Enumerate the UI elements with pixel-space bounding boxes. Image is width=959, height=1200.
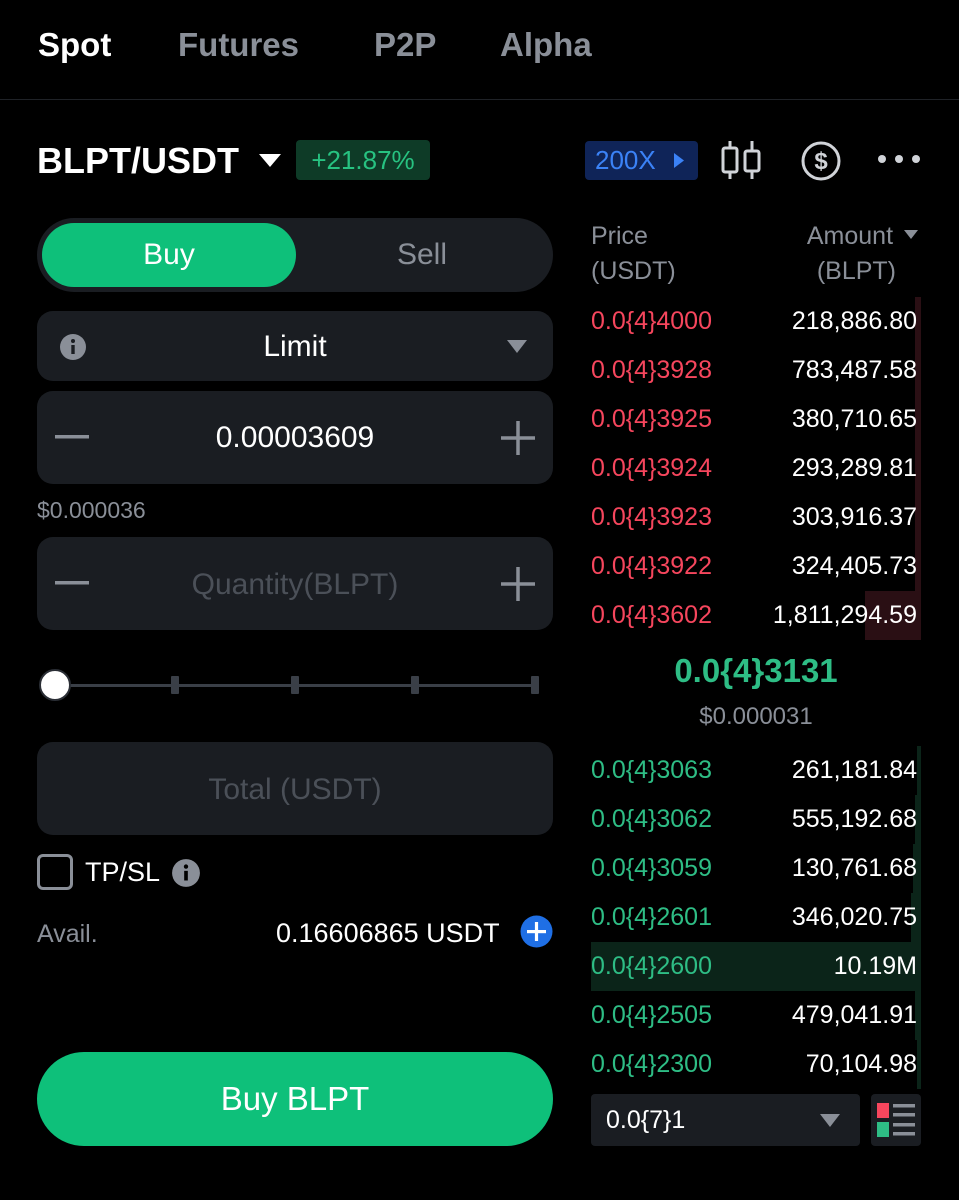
quantity-placeholder[interactable]: Quantity(BLPT) [37,568,553,602]
bid-amount: 70,104.98 [805,1050,917,1078]
depth-bar [917,1040,921,1089]
ask-row[interactable]: 0.0{4}3923 303,916.37 [591,493,921,542]
ask-price: 0.0{4}3923 [591,503,712,531]
bid-row[interactable]: 0.0{4}2601 346,020.75 [591,893,921,942]
bid-price: 0.0{4}2505 [591,1001,712,1029]
bid-row[interactable]: 0.0{4}3059 130,761.68 [591,844,921,893]
bid-amount: 555,192.68 [791,805,917,833]
ask-price: 0.0{4}3602 [591,601,712,629]
leverage-badge[interactable]: 200X [585,141,698,180]
nav-tab-alpha[interactable]: Alpha [500,26,592,64]
play-arrow-icon [674,153,684,168]
price-value[interactable]: 0.00003609 [37,421,553,455]
buy-submit-button[interactable]: Buy BLPT [37,1052,553,1146]
bid-amount: 346,020.75 [791,903,917,931]
amount-header-label: Amount [806,222,894,250]
bid-row[interactable]: 0.0{4}2300 70,104.98 [591,1040,921,1089]
total-input[interactable]: Total (USDT) [37,742,553,835]
ask-price: 0.0{4}3928 [591,356,712,384]
bid-amount: 479,041.91 [791,1001,917,1029]
ask-amount: 1,811,294.59 [772,601,917,629]
avail-value: 0.16606865 USDT [276,918,500,948]
ask-amount: 303,916.37 [791,503,917,531]
bid-price: 0.0{4}3062 [591,805,712,833]
orderbook-amount-header[interactable]: Amount (BLPT) [794,220,918,288]
price-header-label: Price [591,222,648,250]
price-change-badge: +21.87% [296,140,430,180]
depth-bar [917,746,921,795]
last-price-usd: $0.000031 [699,703,813,730]
price-header-unit: (USDT) [591,257,676,285]
bid-row[interactable]: 0.0{4}3062 555,192.68 [591,795,921,844]
total-placeholder[interactable]: Total (USDT) [37,773,553,807]
ask-price: 0.0{4}3925 [591,405,712,433]
order-type-select[interactable]: Limit [37,311,553,381]
amount-slider-thumb[interactable] [39,669,71,701]
precision-value: 0.0{7}1 [606,1106,686,1134]
ask-price: 0.0{4}4000 [591,307,712,335]
tpsl-label[interactable]: TP/SL [85,857,160,888]
ask-price: 0.0{4}3924 [591,454,712,482]
amount-header-unit: (BLPT) [816,257,896,285]
ask-row[interactable]: 0.0{4}4000 218,886.80 [591,297,921,346]
bid-amount: 261,181.84 [791,756,917,784]
ask-row[interactable]: 0.0{4}3922 324,405.73 [591,542,921,591]
bid-amount: 130,761.68 [791,854,917,882]
avail-label: Avail. [37,920,98,948]
order-type-label: Limit [263,330,327,363]
chevron-down-icon[interactable] [258,153,282,169]
ask-price: 0.0{4}3922 [591,552,712,580]
slider-tick-25[interactable] [171,676,179,694]
chevron-down-icon [507,340,527,353]
slider-tick-75[interactable] [411,676,419,694]
ask-row[interactable]: 0.0{4}3602 1,811,294.59 [591,591,921,640]
bid-row[interactable]: 0.0{4}2505 479,041.91 [591,991,921,1040]
bid-amount: 10.19M [833,952,917,980]
ask-amount: 324,405.73 [791,552,917,580]
price-usd-equivalent: $0.000036 [37,497,146,523]
sell-tab[interactable]: Sell [296,223,548,287]
chevron-down-icon [820,1114,840,1127]
ask-amount: 380,710.65 [791,405,917,433]
ask-amount: 293,289.81 [791,454,917,482]
ask-row[interactable]: 0.0{4}3925 380,710.65 [591,395,921,444]
pair-selector[interactable]: BLPT/USDT [37,140,239,182]
plus-icon[interactable] [501,421,535,455]
dollar-circle-icon[interactable]: $ [800,140,842,182]
ask-row[interactable]: 0.0{4}3928 783,487.58 [591,346,921,395]
ask-amount: 218,886.80 [791,307,917,335]
slider-tick-50[interactable] [291,676,299,694]
orderbook-layout-button[interactable] [871,1094,921,1146]
nav-divider [0,99,959,100]
plus-icon[interactable] [501,567,535,601]
nav-tab-futures[interactable]: Futures [178,26,299,64]
nav-tab-p2p[interactable]: P2P [374,26,436,64]
tpsl-checkbox[interactable] [37,854,73,890]
svg-text:$: $ [814,148,828,175]
ask-amount: 783,487.58 [791,356,917,384]
add-funds-icon[interactable] [520,915,553,948]
orderbook-layout-icon [877,1103,915,1137]
bid-row[interactable]: 0.0{4}3063 261,181.84 [591,746,921,795]
info-icon[interactable] [171,858,201,888]
orderbook-price-header: Price (USDT) [591,220,676,288]
leverage-label: 200X [595,145,656,175]
bid-price: 0.0{4}2300 [591,1050,712,1078]
candlestick-chart-icon[interactable] [719,139,763,181]
last-price: 0.0{4}3131 [674,652,838,689]
ask-row[interactable]: 0.0{4}3924 293,289.81 [591,444,921,493]
bid-price: 0.0{4}3063 [591,756,712,784]
bid-price: 0.0{4}2600 [591,952,712,980]
slider-tick-100[interactable] [531,676,539,694]
price-input[interactable]: 0.00003609 [37,391,553,484]
more-options-icon[interactable] [877,154,921,164]
chevron-down-icon [904,230,918,240]
nav-tab-spot[interactable]: Spot [38,26,111,64]
buy-tab[interactable]: Buy [42,223,296,287]
quantity-input[interactable]: Quantity(BLPT) [37,537,553,630]
bid-row[interactable]: 0.0{4}2600 10.19M [591,942,921,991]
bid-price: 0.0{4}3059 [591,854,712,882]
bid-price: 0.0{4}2601 [591,903,712,931]
